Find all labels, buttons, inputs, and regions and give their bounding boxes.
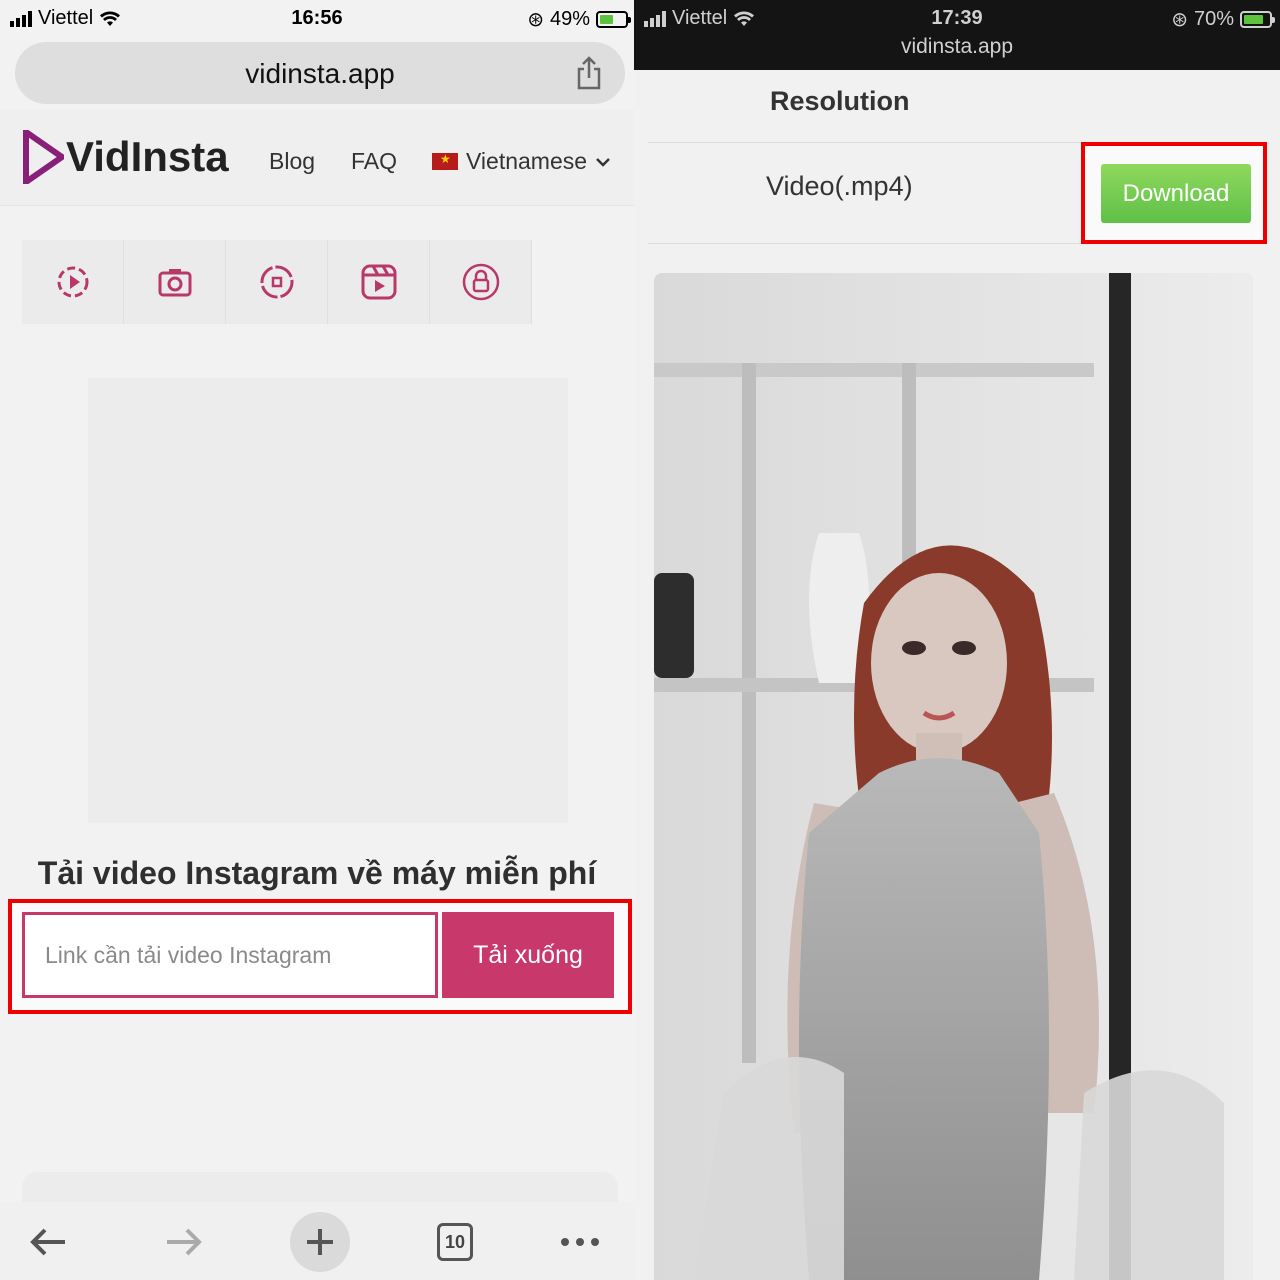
site-logo[interactable]: VidInsta <box>22 130 229 184</box>
more-button[interactable] <box>550 1212 610 1272</box>
arrow-right-icon <box>167 1228 202 1256</box>
browser-toolbar: 10 <box>0 1202 634 1280</box>
chevron-down-icon <box>596 157 610 167</box>
left-screenshot: Viettel 16:56 ⊛ 49% vidinsta.app VidInst… <box>0 0 634 1280</box>
new-tab-button[interactable] <box>290 1212 350 1272</box>
orientation-lock-icon: ⊛ <box>1171 9 1188 31</box>
tabs-count: 10 <box>437 1223 473 1261</box>
right-screenshot: Viettel 17:39 vidinsta.app ⊛ 70% Resolut… <box>634 0 1280 1280</box>
status-bar: Viettel 17:39 vidinsta.app ⊛ 70% <box>634 0 1280 70</box>
address-bar[interactable]: vidinsta.app <box>15 42 625 104</box>
language-label: Vietnamese <box>466 148 588 174</box>
tabs-button[interactable]: 10 <box>425 1212 485 1272</box>
logo-text: VidInsta <box>66 133 229 180</box>
plus-icon <box>307 1229 333 1255</box>
arrow-left-icon <box>30 1228 65 1256</box>
status-bar: Viettel 16:56 ⊛ 49% <box>0 0 634 38</box>
tab-story[interactable] <box>226 240 328 324</box>
camera-icon <box>158 269 191 297</box>
orientation-lock-icon: ⊛ <box>527 9 544 31</box>
language-selector[interactable]: Vietnamese <box>432 148 611 175</box>
tab-photo[interactable] <box>124 240 226 324</box>
battery-percent: 70% <box>1193 8 1234 30</box>
story-icon <box>260 265 293 299</box>
instagram-link-input[interactable] <box>22 912 438 998</box>
nav-faq[interactable]: FAQ <box>351 148 397 175</box>
private-lock-icon <box>462 263 499 301</box>
video-icon <box>57 266 88 298</box>
logo-play-icon <box>23 130 64 184</box>
url-text[interactable]: vidinsta.app <box>634 35 1280 59</box>
download-button[interactable]: Download <box>1101 164 1251 223</box>
ad-placeholder <box>88 378 568 823</box>
download-type-tabs <box>22 240 532 324</box>
nav-blog[interactable]: Blog <box>269 148 315 175</box>
more-dots-icon <box>561 1238 599 1246</box>
url-text: vidinsta.app <box>245 58 395 89</box>
share-icon[interactable] <box>575 56 603 90</box>
tab-private[interactable] <box>430 240 532 324</box>
forward-button[interactable] <box>154 1212 214 1272</box>
tab-video[interactable] <box>22 240 124 324</box>
battery-percent: 49% <box>549 8 590 30</box>
battery-status: ⊛ 70% <box>1171 7 1275 32</box>
download-submit-button[interactable]: Tải xuống <box>442 912 614 998</box>
page-title: Tải video Instagram về máy miễn phí <box>37 855 597 891</box>
video-preview[interactable] <box>654 273 1253 1280</box>
resolution-header: Resolution <box>770 86 910 116</box>
vietnam-flag-icon <box>432 152 458 170</box>
site-header: VidInsta Blog FAQ Vietnamese <box>0 110 634 206</box>
reels-icon <box>361 264 396 300</box>
battery-icon <box>596 11 631 28</box>
battery-status: ⊛ 49% <box>527 7 631 32</box>
back-button[interactable] <box>18 1212 78 1272</box>
video-thumbnail <box>654 273 1253 1280</box>
link-input-field[interactable] <box>25 915 435 995</box>
file-type-label: Video(.mp4) <box>766 171 913 201</box>
tab-reels[interactable] <box>328 240 430 324</box>
battery-icon <box>1240 11 1275 28</box>
